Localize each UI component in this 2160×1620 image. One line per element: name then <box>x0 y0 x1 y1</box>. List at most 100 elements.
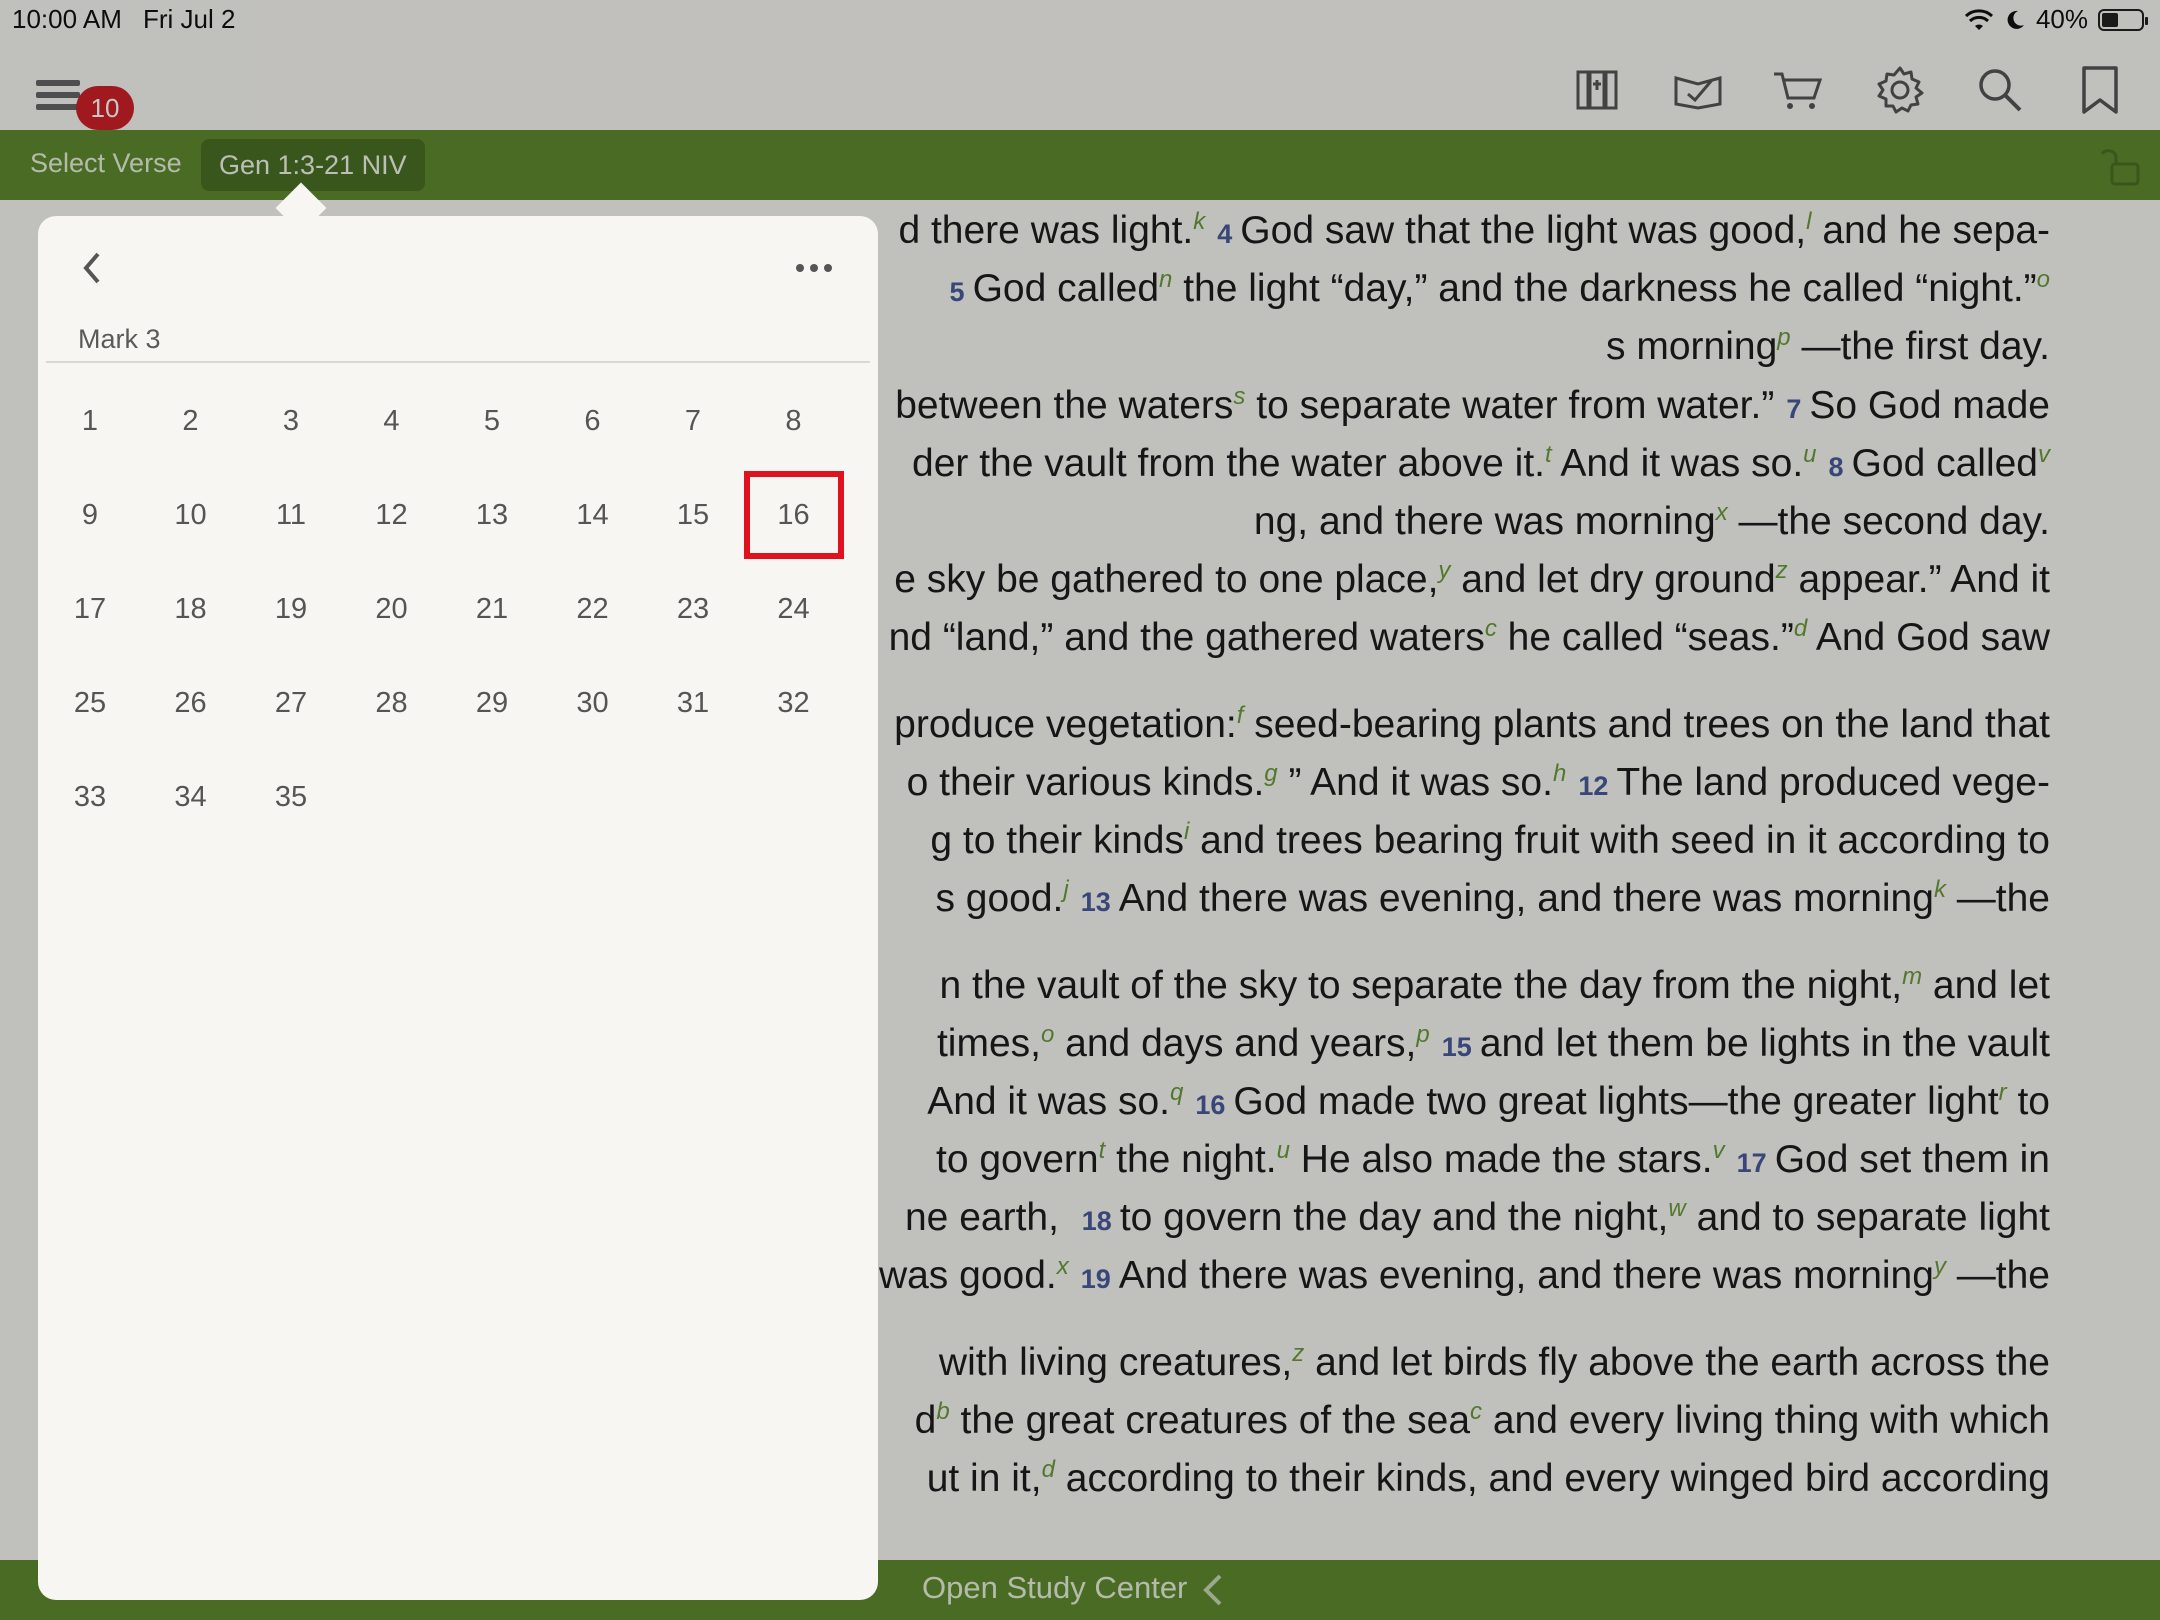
verse-text: And it was so. <box>1551 442 1804 485</box>
footnote-marker[interactable]: k <box>1934 876 1946 903</box>
search-icon[interactable] <box>1970 60 2030 120</box>
chapter-30[interactable]: 30 <box>543 659 643 747</box>
chevron-left-icon[interactable] <box>1198 1572 1228 1608</box>
chapter-26[interactable]: 26 <box>141 659 241 747</box>
chapter-8[interactable]: 8 <box>744 377 844 465</box>
footnote-marker[interactable]: x <box>1716 499 1728 526</box>
menu-button[interactable]: 10 <box>36 70 134 130</box>
footnote-marker[interactable]: m <box>1902 963 1922 990</box>
chapter-6[interactable]: 6 <box>543 377 643 465</box>
chapter-2[interactable]: 2 <box>141 377 241 465</box>
chapter-23[interactable]: 23 <box>643 565 743 653</box>
footnote-marker[interactable]: o <box>2037 266 2050 293</box>
footnote-marker[interactable]: u <box>1277 1137 1290 1164</box>
chapter-7[interactable]: 7 <box>643 377 743 465</box>
open-study-center-button[interactable]: Open Study Center <box>922 1570 1187 1606</box>
footnote-marker[interactable]: x <box>1057 1253 1069 1280</box>
footnote-marker[interactable]: g <box>1264 760 1277 787</box>
chapter-13[interactable]: 13 <box>442 471 542 559</box>
verse-number[interactable]: 18 <box>1082 1206 1112 1236</box>
chapter-15[interactable]: 15 <box>643 471 743 559</box>
verse-number[interactable]: 15 <box>1442 1032 1472 1062</box>
chapter-24[interactable]: 24 <box>744 565 844 653</box>
chapter-34[interactable]: 34 <box>141 753 241 841</box>
chapter-3[interactable]: 3 <box>241 377 341 465</box>
chapter-11[interactable]: 11 <box>241 471 341 559</box>
chapter-22[interactable]: 22 <box>543 565 643 653</box>
verse-text: with living creatures, <box>938 1341 1293 1384</box>
footnote-marker[interactable]: n <box>1159 266 1172 293</box>
verse-number[interactable]: 17 <box>1737 1148 1767 1178</box>
verse-number[interactable]: 5 <box>950 277 965 307</box>
chapter-29[interactable]: 29 <box>442 659 542 747</box>
chapter-28[interactable]: 28 <box>342 659 442 747</box>
footnote-marker[interactable]: r <box>1999 1079 2007 1106</box>
chapter-9[interactable]: 9 <box>40 471 140 559</box>
footnote-marker[interactable]: v <box>2038 441 2050 468</box>
verse-text: ut in it, <box>926 1457 1042 1500</box>
chapter-32[interactable]: 32 <box>744 659 844 747</box>
gear-icon[interactable] <box>1870 60 1930 120</box>
chapter-10[interactable]: 10 <box>141 471 241 559</box>
select-verse-button[interactable]: Select Verse <box>30 148 182 179</box>
verse-text: So God made <box>1809 384 2050 427</box>
chapter-20[interactable]: 20 <box>342 565 442 653</box>
footnote-marker[interactable]: z <box>1292 1340 1304 1367</box>
bookmark-icon[interactable] <box>2070 60 2130 120</box>
chapter-18[interactable]: 18 <box>141 565 241 653</box>
footnote-marker[interactable]: c <box>1470 1398 1482 1425</box>
chapter-19[interactable]: 19 <box>241 565 341 653</box>
footnote-marker[interactable]: j <box>1063 876 1068 903</box>
verse-text: and days and years, <box>1054 1022 1417 1065</box>
footnote-marker[interactable]: v <box>1713 1137 1725 1164</box>
chapter-35[interactable]: 35 <box>241 753 341 841</box>
footnote-marker[interactable]: o <box>1041 1021 1054 1048</box>
footnote-marker[interactable]: d <box>1042 1456 1055 1483</box>
more-options-icon[interactable] <box>794 258 834 278</box>
footnote-marker[interactable]: d <box>1794 615 1807 642</box>
chapter-33[interactable]: 33 <box>40 753 140 841</box>
unlock-icon[interactable] <box>2098 146 2142 186</box>
chapter-17[interactable]: 17 <box>40 565 140 653</box>
chapter-25[interactable]: 25 <box>40 659 140 747</box>
footnote-marker[interactable]: y <box>1438 557 1450 584</box>
verse-number[interactable]: 4 <box>1217 219 1232 249</box>
back-chevron-icon[interactable] <box>72 246 112 290</box>
footnote-marker[interactable]: y <box>1934 1253 1946 1280</box>
chapter-31[interactable]: 31 <box>643 659 743 747</box>
footnote-marker[interactable]: t <box>1545 441 1552 468</box>
reading-plan-icon[interactable] <box>1668 60 1728 120</box>
reference-button[interactable]: Gen 1:3-21 NIV <box>201 139 425 191</box>
chapter-27[interactable]: 27 <box>241 659 341 747</box>
verse-number[interactable]: 12 <box>1578 771 1608 801</box>
cart-icon[interactable] <box>1768 60 1828 120</box>
footnote-marker[interactable]: p <box>1416 1021 1429 1048</box>
footnote-marker[interactable]: z <box>1776 557 1788 584</box>
chapter-4[interactable]: 4 <box>342 377 442 465</box>
verse-text: ne earth, <box>904 1196 1070 1239</box>
chapter-14[interactable]: 14 <box>543 471 643 559</box>
verse-number[interactable]: 13 <box>1081 887 1111 917</box>
footnote-marker[interactable]: u <box>1803 441 1816 468</box>
footnote-marker[interactable]: w <box>1668 1195 1685 1222</box>
footnote-marker[interactable]: s <box>1233 383 1245 410</box>
verse-number[interactable]: 7 <box>1786 394 1801 424</box>
chapter-21[interactable]: 21 <box>442 565 542 653</box>
chapter-12[interactable]: 12 <box>342 471 442 559</box>
footnote-marker[interactable]: c <box>1485 615 1497 642</box>
footnote-marker[interactable]: p <box>1777 324 1790 351</box>
footnote-marker[interactable]: b <box>936 1398 949 1425</box>
verse-number[interactable]: 16 <box>1195 1090 1225 1120</box>
verse-number[interactable]: 19 <box>1081 1264 1111 1294</box>
verse-text: between the waters <box>895 384 1234 427</box>
footnote-marker[interactable]: k <box>1193 208 1205 235</box>
footnote-marker[interactable]: h <box>1553 760 1566 787</box>
footnote-marker[interactable]: q <box>1170 1079 1183 1106</box>
library-icon[interactable] <box>1568 60 1628 120</box>
verse-bar: Select Verse Gen 1:3-21 NIV <box>0 130 2160 200</box>
verse-number[interactable]: 8 <box>1829 452 1844 482</box>
chapter-16[interactable]: 16 <box>743 471 844 559</box>
chapter-5[interactable]: 5 <box>442 377 542 465</box>
verse-text: The land produced vege- <box>1616 761 2050 804</box>
chapter-1[interactable]: 1 <box>40 377 140 465</box>
